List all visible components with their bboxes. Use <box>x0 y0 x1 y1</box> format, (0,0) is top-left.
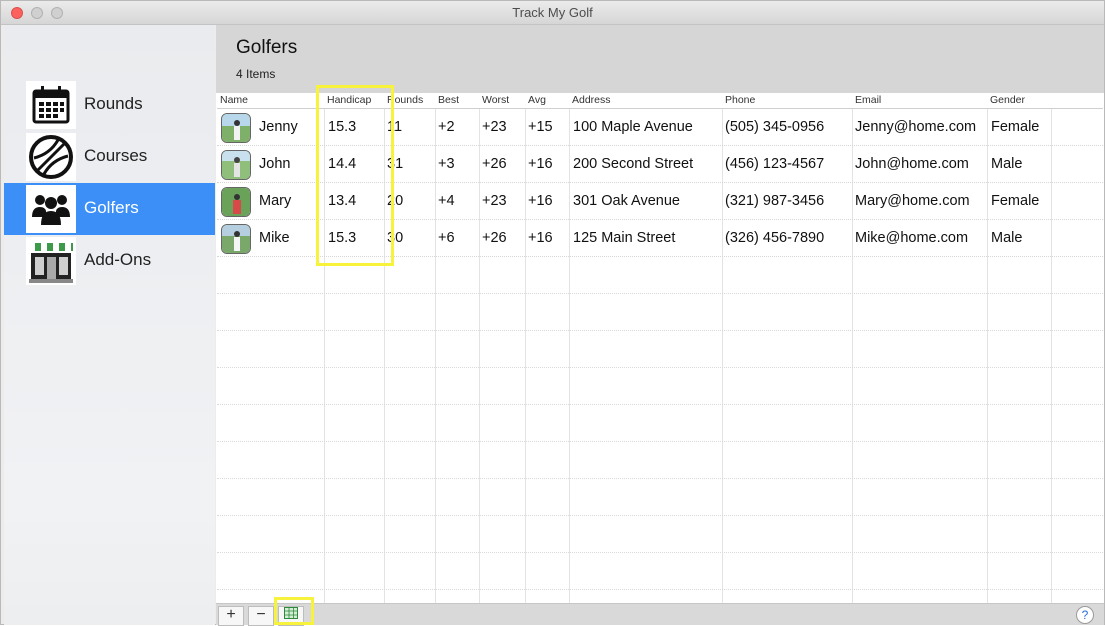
cell-worst: +26 <box>482 230 507 246</box>
cell-gender: Female <box>991 119 1040 135</box>
column-header-phone[interactable]: Phone <box>725 94 755 106</box>
cell-gender: Male <box>991 156 1023 172</box>
sidebar-item-courses[interactable]: Courses <box>4 131 215 183</box>
cell-best: +4 <box>438 193 455 209</box>
cell-avg: +16 <box>528 230 553 246</box>
cell-email: Mary@home.com <box>855 193 970 209</box>
cell-name: Mike <box>259 230 290 246</box>
cell-worst: +23 <box>482 119 507 135</box>
column-header-email[interactable]: Email <box>855 94 881 106</box>
column-header-address[interactable]: Address <box>572 94 611 106</box>
spreadsheet-button-highlight-box <box>274 597 314 625</box>
cell-gender: Male <box>991 230 1023 246</box>
column-header-gender[interactable]: Gender <box>990 94 1025 106</box>
sidebar-item-label: Courses <box>84 146 148 165</box>
empty-row <box>217 516 1103 553</box>
add-golfer-button[interactable]: + <box>218 606 244 626</box>
globe-icon <box>26 133 76 181</box>
column-header-best[interactable]: Best <box>438 94 459 106</box>
column-header-name[interactable]: Name <box>220 94 248 106</box>
sidebar-item-golfers[interactable]: Golfers <box>4 183 215 235</box>
golfer-avatar <box>221 113 251 143</box>
window-title: Track My Golf <box>512 5 593 20</box>
cell-phone: (321) 987-3456 <box>725 193 825 209</box>
sidebar-item-label: Rounds <box>84 94 143 113</box>
cell-worst: +23 <box>482 193 507 209</box>
storefront-icon <box>26 237 76 285</box>
sidebar-item-add-ons[interactable]: Add-Ons <box>4 235 215 287</box>
column-header-worst[interactable]: Worst <box>482 94 509 106</box>
cell-avg: +15 <box>528 119 553 135</box>
cell-best: +3 <box>438 156 455 172</box>
item-count: 4 Items <box>236 67 276 81</box>
cell-gender: Female <box>991 193 1040 209</box>
bottom-toolbar: + − ? <box>216 603 1104 626</box>
golfer-avatar <box>221 187 251 217</box>
cell-email: John@home.com <box>855 156 969 172</box>
sidebar-item-label: Golfers <box>84 198 139 217</box>
cell-phone: (456) 123-4567 <box>725 156 825 172</box>
sidebar-item-rounds[interactable]: Rounds <box>4 79 215 131</box>
column-header-avg[interactable]: Avg <box>528 94 546 106</box>
cell-address: 301 Oak Avenue <box>573 193 680 209</box>
empty-row <box>217 331 1103 368</box>
cell-address: 125 Main Street <box>573 230 676 246</box>
cell-best: +6 <box>438 230 455 246</box>
cell-phone: (505) 345-0956 <box>725 119 825 135</box>
empty-row <box>217 553 1103 590</box>
sidebar-item-label: Add-Ons <box>84 250 152 269</box>
cell-best: +2 <box>438 119 455 135</box>
cell-avg: +16 <box>528 193 553 209</box>
golfer-avatar <box>221 150 251 180</box>
empty-row <box>217 479 1103 516</box>
empty-row <box>217 294 1103 331</box>
cell-phone: (326) 456-7890 <box>725 230 825 246</box>
cell-email: Jenny@home.com <box>855 119 977 135</box>
title-bar: Track My Golf <box>1 1 1104 25</box>
cell-name: John <box>259 156 291 172</box>
cell-address: 100 Maple Avenue <box>573 119 693 135</box>
remove-golfer-button[interactable]: − <box>248 606 274 626</box>
golfer-avatar <box>221 224 251 254</box>
empty-row <box>217 368 1103 405</box>
calendar-icon <box>26 81 76 129</box>
sidebar: Rounds Courses Golfers Add-Ons <box>4 25 215 625</box>
main-header: Golfers 4 Items <box>216 25 1104 93</box>
people-icon <box>26 185 76 233</box>
cell-address: 200 Second Street <box>573 156 694 172</box>
empty-row <box>217 405 1103 442</box>
cell-avg: +16 <box>528 156 553 172</box>
cell-worst: +26 <box>482 156 507 172</box>
cell-name: Jenny <box>259 119 298 135</box>
page-title: Golfers <box>236 37 298 58</box>
cell-name: Mary <box>259 193 292 209</box>
help-button[interactable]: ? <box>1076 606 1094 624</box>
handicap-highlight-box <box>316 85 394 266</box>
empty-row <box>217 442 1103 479</box>
app-window: Track My Golf Rounds Courses Golfers Add… <box>0 0 1105 626</box>
cell-email: Mike@home.com <box>855 230 969 246</box>
